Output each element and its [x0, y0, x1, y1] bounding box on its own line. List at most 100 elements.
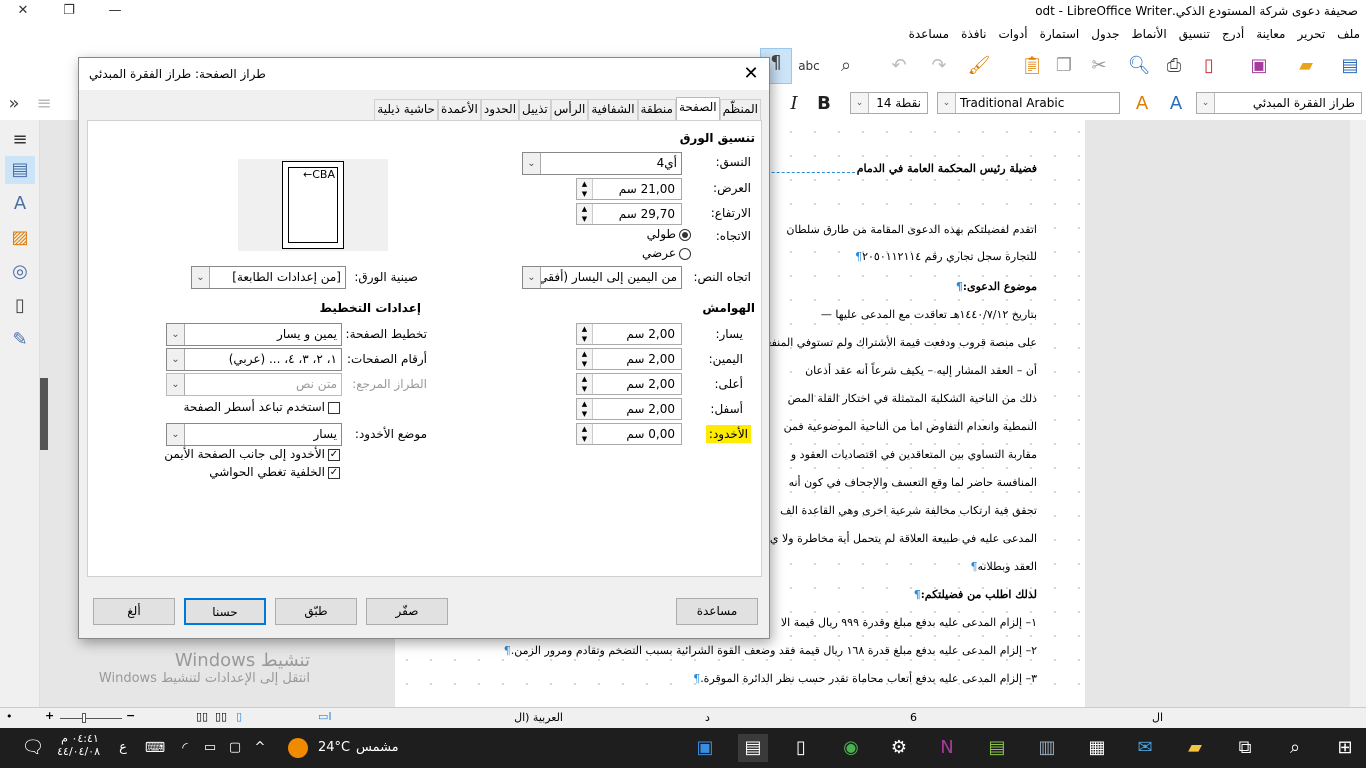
document-line[interactable]: ١– إلزام المدعى عليه بدفع مبلغ وقدرة ٩٩٩…	[781, 616, 1037, 629]
zoom-slider-thumb[interactable]	[82, 713, 86, 723]
minimize-button[interactable]: —	[92, 0, 138, 24]
help-button[interactable]: مساعدة	[676, 598, 758, 625]
undo-icon[interactable]: ↶	[885, 52, 913, 80]
onenote-icon[interactable]: N	[932, 734, 962, 762]
task-view-icon[interactable]: ⧉	[1230, 734, 1260, 762]
vertical-scrollbar[interactable]	[1350, 120, 1366, 707]
radio-unchecked-icon[interactable]	[679, 247, 691, 260]
spellcheck-icon[interactable]: abc	[795, 52, 823, 80]
document-line[interactable]: المنافسة حاضر لما وقع التعسف والإجحاف في…	[789, 476, 1037, 489]
find-replace-icon[interactable]: ⌕	[832, 52, 860, 80]
gutter-position-combo[interactable]: ⌄ يسار	[166, 423, 342, 446]
spin-arrows-icon[interactable]: ▲ ▼	[577, 399, 593, 419]
margin-top-spinbox[interactable]: ▲ ▼ 2,00 سم	[576, 373, 682, 395]
app-icon-2[interactable]: ▤	[982, 734, 1012, 762]
redo-icon[interactable]: ↷	[925, 52, 953, 80]
document-line[interactable]: موضوع الدعوى:¶	[956, 280, 1037, 293]
paragraph-style-combo[interactable]: ⌄ طراز الفقرة المبدئي	[1196, 92, 1362, 114]
keyboard-icon[interactable]: ⌨	[140, 734, 170, 762]
tab-borders[interactable]: الحدود	[480, 99, 520, 120]
text-direction-combo[interactable]: ⌄ من اليمين إلى اليسار (أفقي)	[522, 266, 682, 289]
input-language[interactable]: ع	[108, 734, 138, 762]
tab-area[interactable]: منطقة	[637, 99, 676, 120]
document-line[interactable]: مقاربة التساوي بين المتعاقدين في اقتصادي…	[791, 448, 1037, 461]
weather-label[interactable]: مشمس	[356, 740, 399, 755]
show-hidden-icons-icon[interactable]: ^	[245, 734, 275, 762]
start-icon[interactable]: ⊞	[1330, 734, 1360, 762]
document-line[interactable]: للتجارة سجل تجاري رقم ٢٠٥٠١١٢١١٤¶	[855, 250, 1037, 263]
page-icon[interactable]: ▯	[5, 292, 35, 320]
zoom-in-button[interactable]: +	[45, 709, 54, 722]
menu-styles[interactable]: الأنماط	[1125, 24, 1172, 44]
document-line[interactable]: أن – العقد المشار إليه – يكيف شرعاً أنه …	[805, 364, 1037, 377]
copy-icon[interactable]: ❐	[1050, 52, 1078, 80]
document-line[interactable]: ٢– إلزام المدعى عليه بدفع مبلغ قدرة ١٦٨ …	[504, 644, 1037, 657]
styles-icon[interactable]: A	[5, 190, 35, 218]
notifications-icon[interactable]: 🗨︎	[18, 734, 48, 762]
menu-edit[interactable]: تحرير	[1292, 24, 1332, 44]
spin-arrows-icon[interactable]: ▲ ▼	[577, 204, 593, 224]
font-size-combo[interactable]: ⌄ نقطة 14	[850, 92, 928, 114]
width-spinbox[interactable]: ▲ ▼ 21,00 سم	[576, 178, 682, 200]
spin-arrows-icon[interactable]: ▲ ▼	[577, 374, 593, 394]
margin-bottom-spinbox[interactable]: ▲ ▼ 2,00 سم	[576, 398, 682, 420]
tab-footnote[interactable]: حاشية ذيلية	[374, 99, 438, 120]
document-line[interactable]: ذلك من الناحية الشكلية المتمثلة في احتكا…	[788, 392, 1037, 405]
gutter-right-checkbox[interactable]: ✓الأخدود إلى جانب الصفحة الأيمن	[164, 447, 340, 461]
reset-button[interactable]: صفّر	[366, 598, 448, 625]
save-icon[interactable]: ▣	[1245, 52, 1273, 80]
menu-form[interactable]: استمارة	[1034, 24, 1086, 44]
chevron-down-icon[interactable]: ⌄	[167, 374, 185, 395]
spin-arrows-icon[interactable]: ▲ ▼	[577, 324, 593, 344]
document-line[interactable]: تحقق فية ارتكاب مخالفة شرعية اخرى وهي ال…	[780, 504, 1037, 517]
document-line[interactable]: لذلك اطلب من فضيلتكم:¶	[914, 588, 1037, 601]
chevron-down-icon[interactable]: ⌄	[523, 153, 541, 174]
zoom-out-button[interactable]: −	[126, 709, 135, 722]
gutter-spinbox[interactable]: ▲ ▼ 0,00 سم	[576, 423, 682, 445]
document-line[interactable]: العقد وبطلانه¶	[971, 560, 1037, 573]
multi-page-view-icon[interactable]: ▯▯	[215, 710, 227, 723]
paste-icon[interactable]: 📋︎	[1018, 52, 1046, 80]
bold-button[interactable]: B	[810, 90, 838, 118]
paper-format-combo[interactable]: ⌄ أي4	[522, 152, 682, 175]
chevron-down-icon[interactable]: ⌄	[1197, 93, 1215, 113]
single-page-view-icon[interactable]: ▯	[236, 710, 242, 723]
italic-button[interactable]: I	[780, 90, 808, 118]
update-style-icon[interactable]: A	[1162, 90, 1190, 118]
spin-arrows-icon[interactable]: ▲ ▼	[577, 424, 593, 444]
page-numbers-combo[interactable]: ⌄ ١، ٢، ٣، ٤، ... (عربي)	[166, 348, 342, 371]
margin-left-spinbox[interactable]: ▲ ▼ 2,00 سم	[576, 323, 682, 345]
checkbox-checked-icon[interactable]: ✓	[328, 448, 340, 461]
menu-table[interactable]: جدول	[1085, 24, 1125, 44]
app-icon-1[interactable]: ▣	[690, 734, 720, 762]
maximize-button[interactable]: ❐	[46, 0, 92, 24]
document-line[interactable]: فضيلة رئيس المحكمة العامة في الدمام	[857, 162, 1037, 175]
menu-file[interactable]: ملف	[1331, 24, 1366, 44]
print-icon[interactable]: ⎙	[1160, 52, 1188, 80]
menu-insert[interactable]: أدرج	[1216, 24, 1250, 44]
search-icon[interactable]: ⌕	[1280, 734, 1310, 762]
close-window-button[interactable]: ✕	[0, 0, 46, 24]
menu-view[interactable]: معاينة	[1250, 24, 1291, 44]
sidebar-collapse-handle[interactable]	[40, 378, 48, 450]
chevron-down-icon[interactable]: ⌄	[167, 424, 185, 445]
ok-button[interactable]: حسنا	[184, 598, 266, 625]
app-icon-3[interactable]: ▥	[1032, 734, 1062, 762]
new-document-icon[interactable]: ▤	[1336, 52, 1364, 80]
zoom-slider[interactable]	[60, 718, 122, 719]
tab-page[interactable]: الصفحة	[675, 97, 720, 121]
page-layout-combo[interactable]: ⌄ يمين و يسار	[166, 323, 342, 346]
menu-tools[interactable]: أدوات	[992, 24, 1033, 44]
tab-header[interactable]: الرأس	[550, 99, 589, 120]
menu-format[interactable]: تنسيق	[1173, 24, 1216, 44]
chrome-icon[interactable]: ◉	[836, 734, 866, 762]
open-folder-icon[interactable]: ▰	[1292, 52, 1320, 80]
print-preview-icon[interactable]: 🔍︎	[1125, 52, 1153, 80]
tab-columns[interactable]: الأعمدة	[437, 99, 481, 120]
calculator-icon[interactable]: ▦	[1082, 734, 1112, 762]
spin-arrows-icon[interactable]: ▲ ▼	[577, 349, 593, 369]
chevron-down-icon[interactable]: ⌄	[167, 349, 185, 370]
document-line[interactable]: المدعى عليه في طبيعة العلاقة لم يتحمل أي…	[770, 532, 1037, 545]
apply-button[interactable]: طبّق	[275, 598, 357, 625]
register-true-checkbox[interactable]: استخدم تباعد أسطر الصفحة	[183, 400, 340, 414]
